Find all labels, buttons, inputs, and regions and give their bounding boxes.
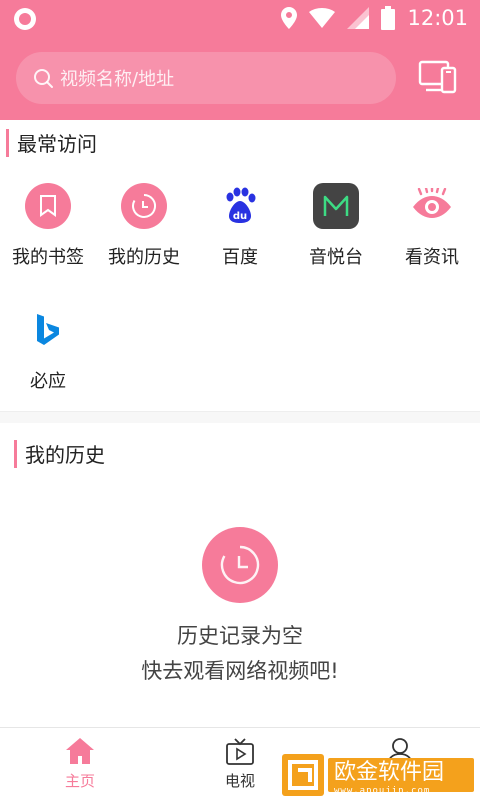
watermark: 欧金软件园 www.apoujin.com [282,753,474,797]
bing-icon [25,307,71,353]
home-icon [66,738,94,764]
shortcut-baidu[interactable]: du 百度 [192,183,288,269]
wifi-icon [309,8,336,28]
watermark-logo [282,754,324,796]
signal-icon [347,7,370,29]
yinyuetai-icon [313,183,359,229]
app-notification-icon [14,8,36,30]
shortcut-yinyuetai[interactable]: 音悦台 [288,183,384,269]
search-input[interactable]: 视频名称/地址 [60,65,174,91]
section-accent-bar [14,439,17,468]
status-icons: 12:01 [281,5,468,31]
shortcut-bookmarks[interactable]: 我的书签 [0,183,96,269]
header: 12:01 视频名称/地址 [0,0,480,120]
baidu-icon: du [217,183,263,229]
search-icon [34,69,53,88]
shortcut-news[interactable]: 看资讯 [384,183,480,269]
shortcut-bing[interactable]: 必应 [0,307,96,393]
status-bar: 12:01 [0,0,480,36]
section-accent-bar [6,128,9,157]
empty-history-clock-icon [202,527,278,603]
search-bar[interactable]: 视频名称/地址 [16,52,396,104]
shortcut-history[interactable]: 我的历史 [96,183,192,269]
devices-icon[interactable] [418,58,458,96]
empty-history-title: 历史记录为空 [177,624,303,648]
watermark-text: 欧金软件园 www.apoujin.com [328,758,474,796]
bookmark-icon [25,183,71,229]
tab-home[interactable]: 主页 [20,728,140,800]
section-divider [0,411,480,423]
battery-icon [381,6,396,30]
status-time: 12:01 [407,6,468,30]
svg-text:du: du [233,211,247,222]
location-icon [281,7,298,29]
history-section-title: 我的历史 [14,439,105,468]
tv-icon [226,738,254,765]
frequent-section-title: 最常访问 [6,128,97,157]
eye-icon [409,183,455,229]
empty-history-hint: 快去观看网络视频吧! [141,659,339,683]
clock-icon [121,183,167,229]
